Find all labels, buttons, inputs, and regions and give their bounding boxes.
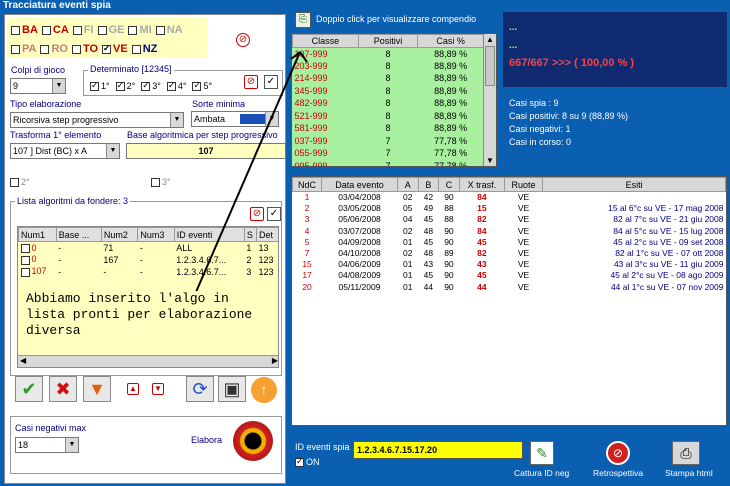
annotation-text: Abbiamo inserito l'algo in lista pronti … (26, 291, 274, 339)
annotation-arrow (195, 51, 308, 293)
